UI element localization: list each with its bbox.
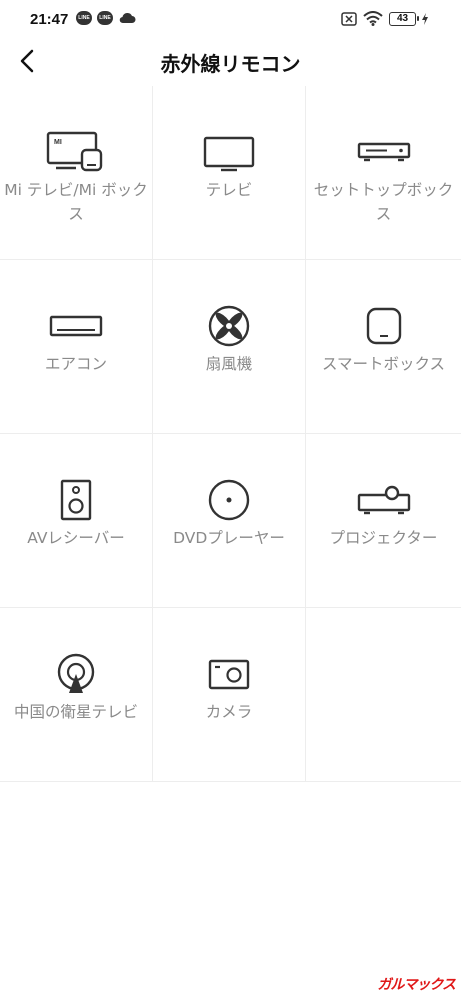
device-label: DVDプレーヤー — [173, 529, 285, 547]
wifi-icon — [363, 11, 383, 26]
app-header: 赤外線リモコン — [0, 40, 461, 85]
fan-icon — [208, 305, 250, 347]
line-icon: LINE — [97, 11, 113, 25]
device-item-tv[interactable]: テレビ — [153, 86, 306, 260]
device-label: プロジェクター — [329, 529, 438, 547]
device-item-camera[interactable]: カメラ — [153, 608, 306, 782]
device-label: スマートボックス — [321, 355, 446, 373]
device-item-fan[interactable]: 扇風機 — [153, 260, 306, 434]
tv-icon — [203, 136, 255, 172]
device-label: セットトップボックス — [313, 181, 454, 223]
projector-icon — [357, 485, 410, 515]
device-label: 中国の衛星テレビ — [13, 703, 138, 721]
device-label: カメラ — [205, 703, 253, 721]
disc-icon — [208, 479, 250, 521]
device-item-av-receiver[interactable]: AVレシーバー — [0, 434, 153, 608]
battery-icon: 43 — [389, 11, 419, 26]
device-item-smart-box[interactable]: スマートボックス — [306, 260, 461, 434]
watermark: ガルマックス — [377, 977, 456, 993]
system-icons: 43 — [341, 11, 428, 26]
empty-cell — [306, 608, 461, 782]
device-item-mi-tv-box[interactable]: MI Mi テレビ/Mi ボックス — [0, 86, 153, 260]
device-label: AVレシーバー — [27, 529, 125, 547]
sim-disabled-icon — [341, 11, 357, 26]
set-top-box-icon — [357, 142, 410, 162]
device-label: エアコン — [44, 355, 107, 373]
device-item-set-top-box[interactable]: セットトップボックス — [306, 86, 461, 260]
satellite-icon — [57, 653, 95, 693]
mi-tv-box-icon: MI — [46, 131, 103, 172]
device-label: 扇風機 — [205, 355, 253, 373]
device-label: Mi テレビ/Mi ボックス — [4, 181, 148, 223]
air-conditioner-icon — [49, 315, 103, 337]
svg-text:MI: MI — [54, 139, 62, 146]
device-item-projector[interactable]: プロジェクター — [306, 434, 461, 608]
line-icon: LINE — [76, 11, 92, 25]
device-item-dvd-player[interactable]: DVDプレーヤー — [153, 434, 306, 608]
smart-box-icon — [366, 307, 401, 345]
device-label: テレビ — [205, 181, 253, 199]
cloud-icon — [119, 12, 136, 24]
device-item-satellite-tv[interactable]: 中国の衛星テレビ — [0, 608, 153, 782]
status-time: 21:47 — [30, 11, 69, 28]
notification-icons: LINE LINE — [76, 11, 136, 25]
device-item-air-conditioner[interactable]: エアコン — [0, 260, 153, 434]
charging-icon — [422, 12, 428, 25]
page-title: 赤外線リモコン — [160, 52, 301, 76]
speaker-icon — [60, 479, 92, 521]
status-bar: 21:47 LINE LINE 43 — [0, 0, 461, 40]
device-type-grid: MI Mi テレビ/Mi ボックス テレビ セットトップボックス エアコン 扇風… — [0, 86, 461, 782]
camera-icon — [208, 659, 250, 690]
